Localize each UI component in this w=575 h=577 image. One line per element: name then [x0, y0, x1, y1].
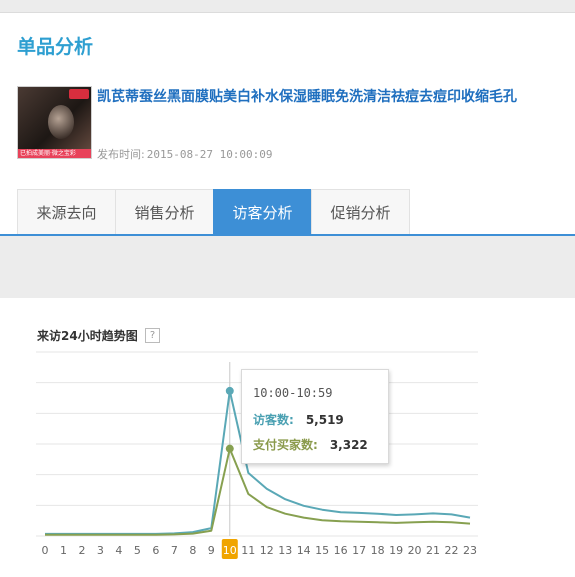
x-tick-label: 18 [371, 544, 385, 557]
publish-time-label: 发布时间: [97, 148, 145, 161]
tooltip-buyers-label: 支付买家数: [253, 438, 318, 452]
tooltip-time: 10:00-10:59 [253, 386, 333, 400]
x-tick-label: 11 [241, 544, 255, 557]
series-point-1 [225, 444, 234, 453]
tooltip-visitors-value: 5,519 [305, 413, 344, 427]
x-tick-label: 15 [315, 544, 329, 557]
thumb-strip: 已拍成美丽·微之宝彩 [18, 149, 91, 158]
analysis-tabs: 来源去向 销售分析 访客分析 促销分析 [17, 189, 410, 235]
product-thumbnail[interactable]: 已拍成美丽·微之宝彩 [17, 86, 92, 159]
x-tick-label: 22 [445, 544, 459, 557]
tab-visitors[interactable]: 访客分析 [213, 189, 312, 235]
tooltip-buyers-value: 3,322 [329, 438, 368, 452]
publish-time-row: 发布时间: 2015-08-27 10:00:09 [97, 146, 273, 162]
chart-tooltip: 10:00-10:59 访客数: 5,519 支付买家数: 3,322 [241, 369, 389, 464]
x-tick-label: 6 [152, 544, 159, 557]
x-tick-label: 23 [463, 544, 477, 557]
publish-time-value: 2015-08-27 10:00:09 [146, 148, 273, 161]
x-axis-ticks: 0 1 2 3 4 5 6 7 8 9 10 11 12 13 14 15 16 17 18 19 20 21 22 23 [42, 539, 477, 559]
thumb-model-image [48, 105, 74, 139]
tooltip-visitors-label: 访客数: [253, 413, 294, 427]
x-tick-label: 20 [408, 544, 422, 557]
x-tick-label: 10 [223, 544, 237, 557]
tooltip-buyers-row: 支付买家数: 3,322 [253, 436, 368, 453]
x-tick-label: 12 [260, 544, 274, 557]
top-bar [0, 0, 575, 13]
x-tick-label: 21 [426, 544, 440, 557]
tab-source[interactable]: 来源去向 [17, 189, 116, 235]
x-tick-label: 8 [189, 544, 196, 557]
page-title: 单品分析 [17, 36, 94, 58]
x-tick-label: 9 [208, 544, 215, 557]
x-tick-label: 4 [115, 544, 122, 557]
filter-band [0, 236, 575, 298]
tab-promotion[interactable]: 促销分析 [311, 189, 410, 235]
x-tick-label: 5 [134, 544, 141, 557]
thumb-strip-text: 已拍成美丽·微之宝彩 [20, 150, 76, 157]
x-tick-label: 7 [171, 544, 178, 557]
x-tick-label: 1 [60, 544, 67, 557]
tooltip-visitors-row: 访客数: 5,519 [253, 411, 344, 428]
product-title-link[interactable]: 凯芪蒂蚕丝黑面膜贴美白补水保湿睡眠免洗清洁祛痘去痘印收缩毛孔 [97, 86, 517, 106]
x-tick-label: 2 [78, 544, 85, 557]
x-tick-label: 19 [389, 544, 403, 557]
x-tick-label: 0 [42, 544, 49, 557]
x-tick-label: 17 [352, 544, 366, 557]
x-tick-label: 14 [297, 544, 311, 557]
x-tick-label: 13 [278, 544, 292, 557]
series-point-0 [225, 386, 234, 395]
thumb-badge [69, 89, 89, 99]
x-tick-label: 3 [97, 544, 104, 557]
tab-sales[interactable]: 销售分析 [115, 189, 214, 235]
x-tick-label: 16 [334, 544, 348, 557]
